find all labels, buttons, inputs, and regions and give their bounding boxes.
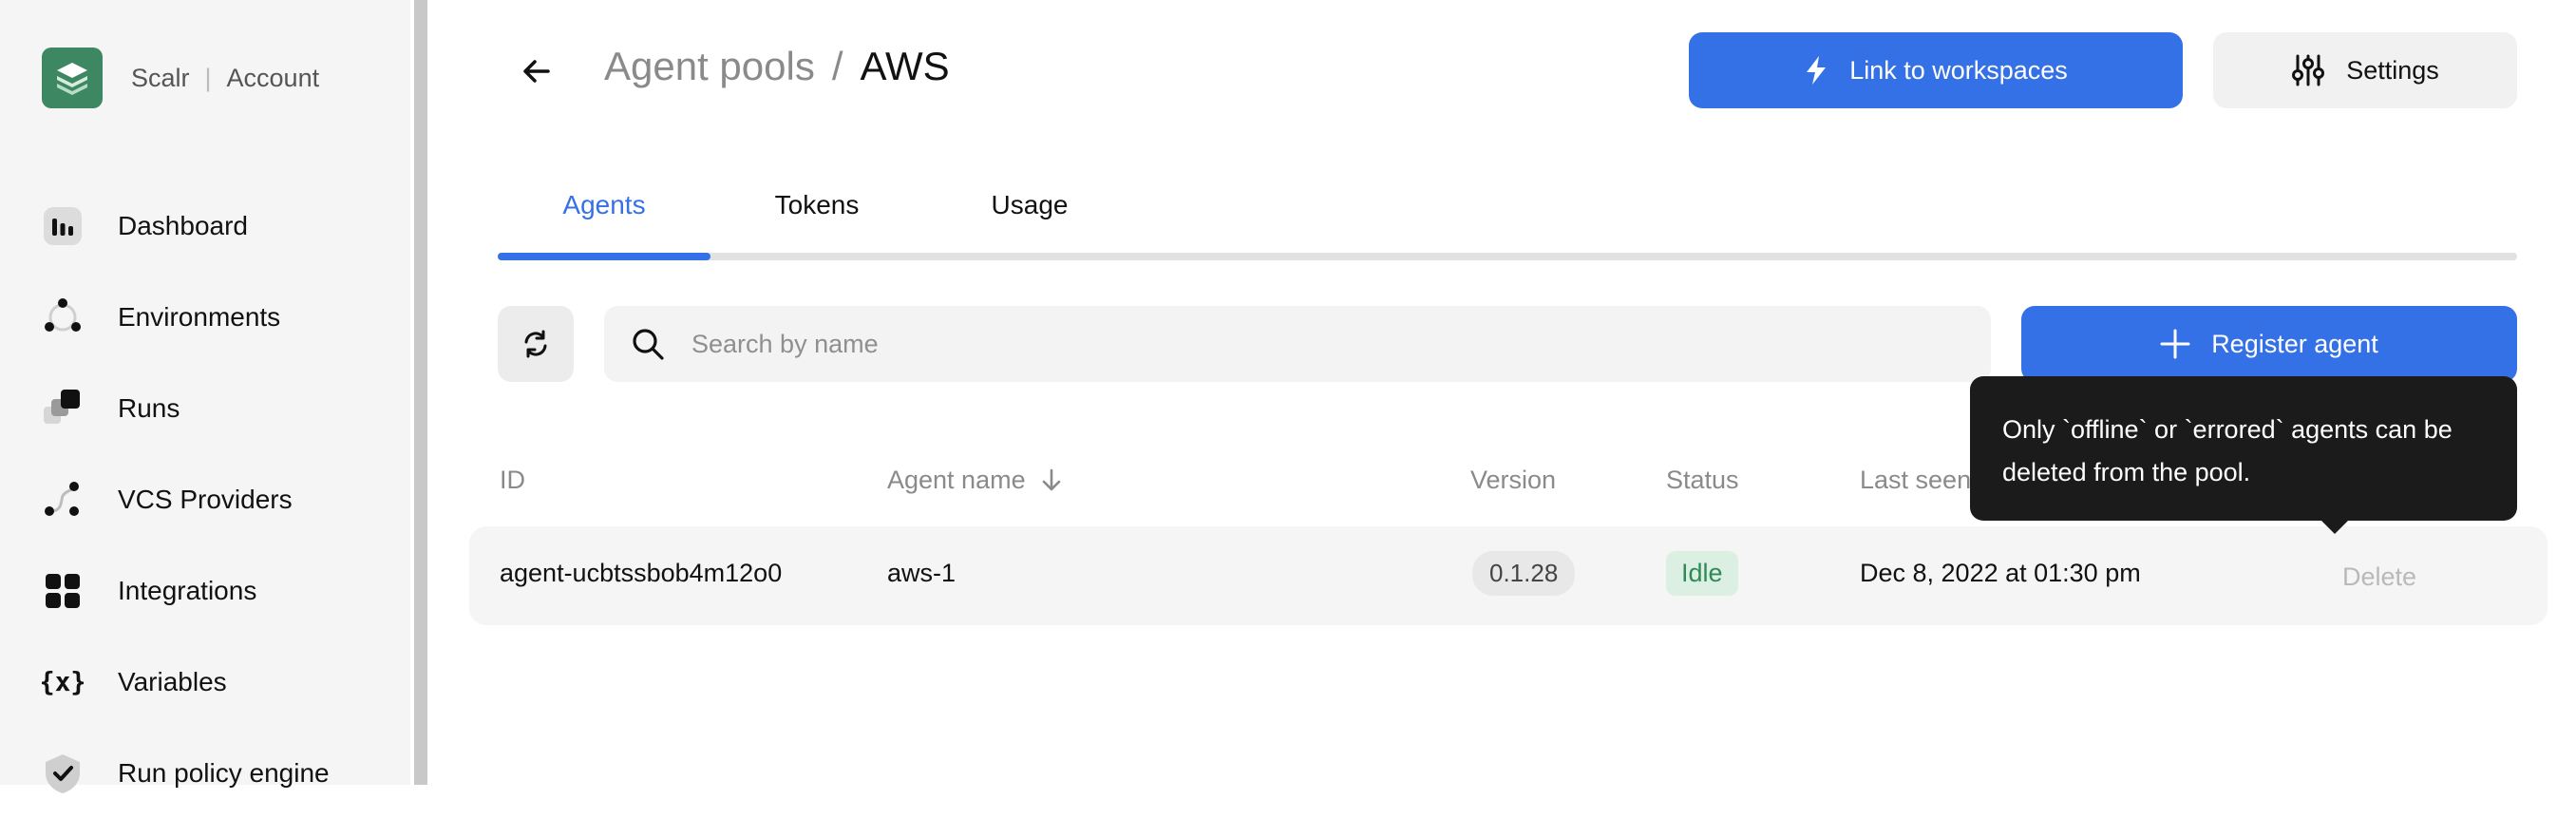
link-to-workspaces-button[interactable]: Link to workspaces: [1689, 32, 2183, 108]
tooltip-line: Only `offline` or `errored` agents can b…: [2002, 409, 2485, 451]
register-agent-label: Register agent: [2211, 330, 2378, 359]
delete-button[interactable]: Delete: [2342, 562, 2416, 592]
settings-button[interactable]: Settings: [2213, 32, 2517, 108]
column-header-id: ID: [500, 466, 525, 495]
environments-icon: [42, 296, 84, 338]
column-header-version: Version: [1470, 466, 1556, 495]
settings-label: Settings: [2346, 56, 2439, 86]
sidebar-item-variables[interactable]: {x} Variables: [42, 637, 403, 728]
column-header-agent-name[interactable]: Agent name: [887, 466, 1062, 495]
back-button[interactable]: [513, 48, 560, 95]
lightning-icon: [1804, 55, 1828, 86]
breadcrumb-parent[interactable]: Agent pools: [604, 44, 815, 89]
tabs-track: [498, 253, 2517, 260]
refresh-icon: [520, 328, 552, 360]
brand-name: Scalr: [131, 64, 190, 93]
sidebar-item-vcs-providers[interactable]: VCS Providers: [42, 454, 403, 545]
shield-check-icon: [42, 752, 84, 794]
tab-agents[interactable]: Agents: [498, 190, 710, 220]
sidebar-item-label: Dashboard: [118, 211, 248, 241]
page-title: AWS: [861, 44, 950, 89]
search-input[interactable]: [690, 329, 1924, 360]
register-agent-button[interactable]: Register agent: [2021, 306, 2517, 382]
table-row[interactable]: agent-ucbtssbob4m12o0 aws-1 0.1.28 Idle …: [469, 526, 2548, 625]
dashboard-icon: [42, 205, 84, 247]
agent-name: aws-1: [887, 559, 956, 588]
plus-icon: [2160, 329, 2190, 359]
tabs: Agents Tokens Usage: [498, 171, 2517, 260]
brand-section: Account: [227, 64, 320, 93]
version-badge: 0.1.28: [1472, 551, 1575, 596]
brand-separator: |: [205, 64, 212, 93]
agent-id: agent-ucbtssbob4m12o0: [500, 559, 782, 588]
last-seen: Dec 8, 2022 at 01:30 pm: [1860, 559, 2141, 588]
arrow-left-icon: [520, 54, 554, 88]
sort-arrow-down-icon: [1041, 468, 1062, 493]
tooltip-line: deleted from the pool.: [2002, 451, 2485, 494]
column-header-label: Agent name: [887, 466, 1026, 495]
sidebar-item-environments[interactable]: Environments: [42, 272, 403, 363]
sidebar-item-label: Integrations: [118, 576, 256, 606]
svg-text:{x}: {x}: [42, 667, 84, 697]
sidebar-nav: Dashboard Environments Runs: [42, 181, 403, 819]
search-box: [604, 306, 1991, 382]
sliders-icon: [2291, 53, 2325, 87]
breadcrumb-separator: /: [832, 44, 843, 89]
sidebar-item-dashboard[interactable]: Dashboard: [42, 181, 403, 272]
tooltip-arrow: [2320, 519, 2350, 534]
active-tab-indicator: [498, 253, 710, 260]
sidebar-item-run-policy-engine[interactable]: Run policy engine: [42, 728, 403, 819]
sidebar-scrollbar[interactable]: [414, 0, 427, 785]
sidebar-item-label: VCS Providers: [118, 485, 293, 515]
sidebar-item-label: Run policy engine: [118, 758, 330, 789]
tab-usage[interactable]: Usage: [923, 190, 1136, 220]
integrations-icon: [42, 570, 84, 612]
sidebar-item-label: Variables: [118, 667, 227, 697]
sidebar: Scalr | Account Dashboard: [0, 0, 410, 785]
main-content: Agent pools / AWS Link to workspaces Set…: [427, 0, 2576, 785]
sidebar-item-integrations[interactable]: Integrations: [42, 545, 403, 637]
variables-icon: {x}: [42, 661, 84, 703]
refresh-button[interactable]: [498, 306, 574, 382]
delete-tooltip: Only `offline` or `errored` agents can b…: [1970, 376, 2517, 521]
runs-icon: [42, 388, 84, 429]
scalr-logo-icon: [42, 48, 103, 108]
search-icon: [631, 327, 665, 361]
brand[interactable]: Scalr | Account: [42, 48, 319, 108]
status-badge: Idle: [1666, 551, 1738, 596]
vcs-providers-icon: [42, 479, 84, 521]
column-header-last-seen: Last seen: [1860, 466, 1971, 495]
link-to-workspaces-label: Link to workspaces: [1849, 56, 2068, 86]
sidebar-item-label: Runs: [118, 393, 180, 424]
sidebar-item-runs[interactable]: Runs: [42, 363, 403, 454]
breadcrumb: Agent pools / AWS: [604, 44, 950, 89]
sidebar-item-label: Environments: [118, 302, 280, 333]
tab-tokens[interactable]: Tokens: [710, 190, 923, 220]
column-header-status: Status: [1666, 466, 1739, 495]
